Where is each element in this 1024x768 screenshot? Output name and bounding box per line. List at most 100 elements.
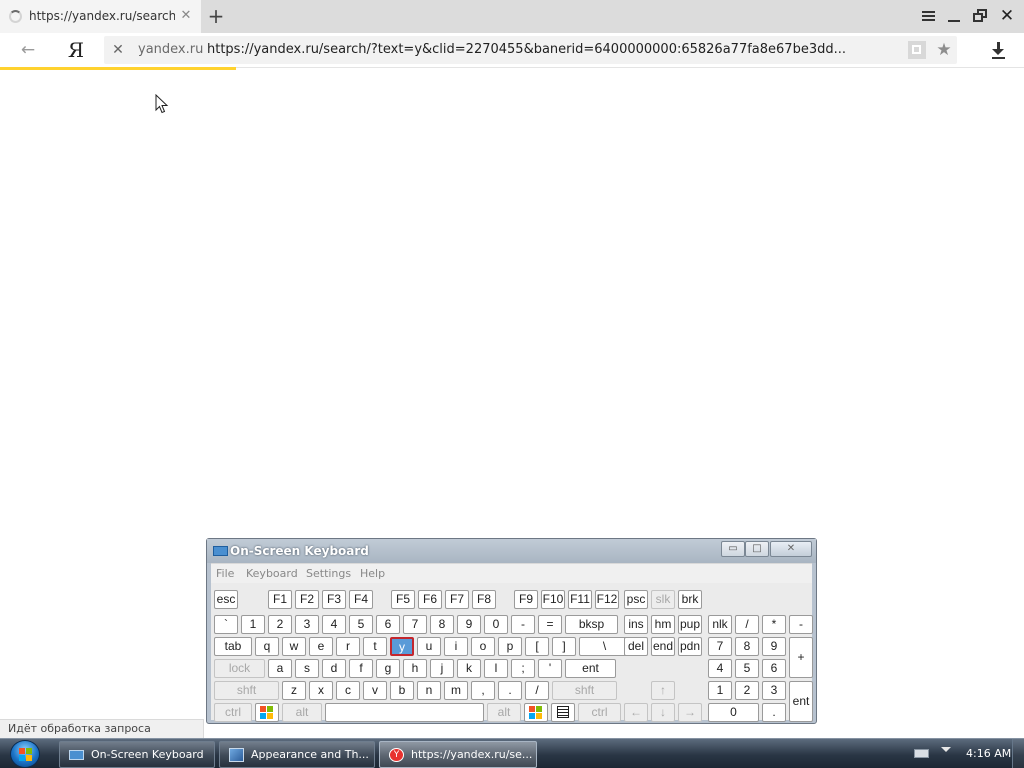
osk-key-numbers-19[interactable]: * bbox=[762, 615, 786, 634]
osk-titlebar[interactable]: On-Screen Keyboard ▭ □ ✕ bbox=[207, 539, 816, 563]
osk-key-shift-7[interactable]: m bbox=[444, 681, 468, 700]
yandex-logo[interactable]: Я bbox=[62, 36, 90, 64]
osk-key-numbers-20[interactable]: - bbox=[789, 615, 813, 634]
osk-key-qwerty-16[interactable]: pdn bbox=[678, 637, 702, 656]
osk-key-bottom-9[interactable]: ↓ bbox=[651, 703, 675, 722]
osk-key-function-9[interactable]: F9 bbox=[514, 590, 538, 609]
osk-key-numbers-14[interactable]: ins bbox=[624, 615, 648, 634]
osk-key-bottom-12[interactable]: . bbox=[762, 703, 786, 722]
osk-key-function-2[interactable]: F2 bbox=[295, 590, 319, 609]
osk-key-numbers-16[interactable]: pup bbox=[678, 615, 702, 634]
osk-key-numbers-2[interactable]: 2 bbox=[268, 615, 292, 634]
browser-menu-button[interactable] bbox=[918, 6, 940, 26]
osk-key-home-6[interactable]: h bbox=[403, 659, 427, 678]
osk-key-shift-3[interactable]: c bbox=[336, 681, 360, 700]
osk-key-windows[interactable] bbox=[255, 703, 279, 722]
osk-key-shift-10[interactable]: / bbox=[525, 681, 549, 700]
osk-key-numbers-18[interactable]: / bbox=[735, 615, 759, 634]
osk-key-numbers-10[interactable]: 0 bbox=[484, 615, 508, 634]
osk-key-shift-9[interactable]: . bbox=[498, 681, 522, 700]
osk-key-numbers-9[interactable]: 9 bbox=[457, 615, 481, 634]
taskbar-item-osk[interactable]: On-Screen Keyboard bbox=[59, 741, 215, 768]
osk-key-home-0[interactable]: lock bbox=[214, 659, 265, 678]
osk-key-function-15[interactable]: brk bbox=[678, 590, 702, 609]
osk-key-qwerty-14[interactable]: del bbox=[624, 637, 648, 656]
osk-key-qwerty-17[interactable]: 7 bbox=[708, 637, 732, 656]
osk-key-qwerty-15[interactable]: end bbox=[651, 637, 675, 656]
osk-key-home-1[interactable]: a bbox=[268, 659, 292, 678]
protect-icon[interactable] bbox=[908, 41, 926, 59]
osk-maximize-button[interactable]: □ bbox=[745, 541, 769, 557]
osk-key-function-4[interactable]: F4 bbox=[349, 590, 373, 609]
osk-key-function-5[interactable]: F5 bbox=[391, 590, 415, 609]
osk-key-numbers-15[interactable]: hm bbox=[651, 615, 675, 634]
osk-key-bottom-4[interactable]: alt bbox=[487, 703, 521, 722]
osk-key-numbers-0[interactable]: ` bbox=[214, 615, 238, 634]
osk-close-button[interactable]: ✕ bbox=[770, 541, 812, 557]
download-icon[interactable] bbox=[987, 40, 1011, 62]
osk-key-shift-15[interactable]: 3 bbox=[762, 681, 786, 700]
address-bar[interactable]: ✕ yandex.ru https://yandex.ru/search/?te… bbox=[104, 36, 957, 64]
osk-key-function-7[interactable]: F7 bbox=[445, 590, 469, 609]
osk-key-qwerty-7[interactable]: u bbox=[417, 637, 441, 656]
osk-key-numbers-5[interactable]: 5 bbox=[349, 615, 373, 634]
osk-key-shift-5[interactable]: b bbox=[390, 681, 414, 700]
osk-key-bottom-7[interactable]: ctrl bbox=[578, 703, 621, 722]
osk-key-numbers-6[interactable]: 6 bbox=[376, 615, 400, 634]
osk-key-qwerty-11[interactable]: [ bbox=[525, 637, 549, 656]
osk-menu-help[interactable]: Help bbox=[360, 567, 385, 580]
osk-key-numbers-11[interactable]: - bbox=[511, 615, 535, 634]
osk-key-function-14[interactable]: slk bbox=[651, 590, 675, 609]
taskbar-item-browser[interactable]: Y https://yandex.ru/se... bbox=[379, 741, 537, 768]
osk-key-home-2[interactable]: s bbox=[295, 659, 319, 678]
osk-key-bottom-10[interactable]: → bbox=[678, 703, 702, 722]
osk-key-bottom-2[interactable]: alt bbox=[282, 703, 322, 722]
osk-key-home-3[interactable]: d bbox=[322, 659, 346, 678]
start-button[interactable] bbox=[10, 740, 40, 768]
osk-key-qwerty-18[interactable]: 8 bbox=[735, 637, 759, 656]
osk-key-home-11[interactable]: ' bbox=[538, 659, 562, 678]
osk-key-function-6[interactable]: F6 bbox=[418, 590, 442, 609]
osk-key-shift-6[interactable]: n bbox=[417, 681, 441, 700]
osk-key-home-10[interactable]: ; bbox=[511, 659, 535, 678]
osk-key-space[interactable] bbox=[325, 703, 484, 722]
stop-loading-button[interactable]: ✕ bbox=[110, 40, 126, 60]
window-close-button[interactable]: ✕ bbox=[996, 6, 1018, 26]
osk-key-numbers-3[interactable]: 3 bbox=[295, 615, 319, 634]
osk-key-bottom-11[interactable]: 0 bbox=[708, 703, 759, 722]
osk-key-home-9[interactable]: l bbox=[484, 659, 508, 678]
bookmark-star-icon[interactable]: ★ bbox=[934, 39, 954, 61]
osk-key-home-4[interactable]: f bbox=[349, 659, 373, 678]
osk-menu-keyboard[interactable]: Keyboard bbox=[246, 567, 298, 580]
osk-key-numbers-1[interactable]: 1 bbox=[241, 615, 265, 634]
osk-key-home-13[interactable]: 4 bbox=[708, 659, 732, 678]
osk-key-numbers-17[interactable]: nlk bbox=[708, 615, 732, 634]
osk-key-shift-13[interactable]: 1 bbox=[708, 681, 732, 700]
osk-key-qwerty-1[interactable]: q bbox=[255, 637, 279, 656]
osk-key-home-7[interactable]: j bbox=[430, 659, 454, 678]
osk-key-qwerty-0[interactable]: tab bbox=[214, 637, 252, 656]
tab-close-button[interactable]: ✕ bbox=[178, 6, 194, 26]
back-button[interactable]: ← bbox=[16, 39, 40, 61]
osk-key-function-12[interactable]: F12 bbox=[595, 590, 619, 609]
osk-key-numbers-13[interactable]: bksp bbox=[565, 615, 618, 634]
tray-keyboard-icon[interactable] bbox=[914, 749, 929, 758]
osk-key-qwerty-8[interactable]: i bbox=[444, 637, 468, 656]
tray-expand-icon[interactable] bbox=[941, 747, 951, 752]
osk-key-numbers-4[interactable]: 4 bbox=[322, 615, 346, 634]
osk-key-menu[interactable] bbox=[551, 703, 575, 722]
osk-key-shift-16[interactable]: ent bbox=[789, 681, 813, 722]
osk-key-home-8[interactable]: k bbox=[457, 659, 481, 678]
osk-key-shift-12[interactable]: ↑ bbox=[651, 681, 675, 700]
window-restore-button[interactable] bbox=[970, 6, 992, 26]
osk-key-function-10[interactable]: F10 bbox=[541, 590, 565, 609]
osk-key-qwerty-5[interactable]: t bbox=[363, 637, 387, 656]
new-tab-button[interactable]: + bbox=[206, 4, 226, 28]
show-desktop-button[interactable] bbox=[1012, 739, 1024, 768]
window-minimize-button[interactable] bbox=[944, 6, 966, 26]
osk-key-windows[interactable] bbox=[524, 703, 548, 722]
osk-menu-file[interactable]: File bbox=[216, 567, 234, 580]
osk-key-qwerty-9[interactable]: o bbox=[471, 637, 495, 656]
osk-key-shift-8[interactable]: , bbox=[471, 681, 495, 700]
osk-key-shift-14[interactable]: 2 bbox=[735, 681, 759, 700]
